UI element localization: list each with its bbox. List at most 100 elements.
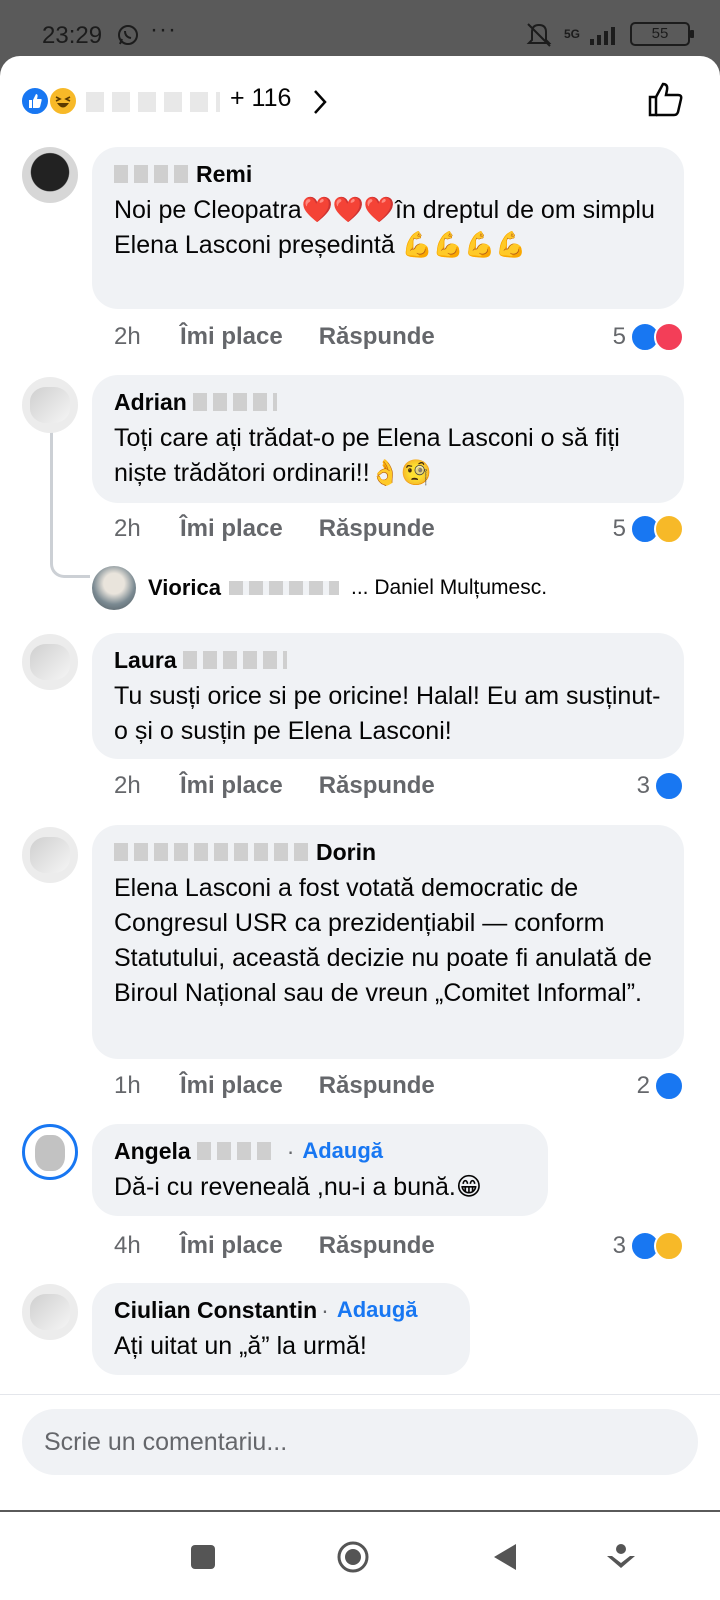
back-icon[interactable] <box>488 1540 522 1574</box>
reaction-count: 5 <box>612 323 626 350</box>
like-button[interactable]: Îmi place <box>180 1232 283 1260</box>
comment-author[interactable]: Angela · Adaugă <box>114 1136 526 1166</box>
reply-button[interactable]: Răspunde <box>319 515 435 543</box>
author-name: Ciulian Constantin <box>114 1297 318 1323</box>
like-button[interactable]: Îmi place <box>180 323 283 351</box>
comment-text: Elena Lasconi a fost votată democratic d… <box>114 874 652 1007</box>
comment-actions: 1h Îmi place Răspunde <box>114 1069 435 1103</box>
reaction-count: + 116 <box>230 84 292 112</box>
status-right-cluster: 5G 55 <box>524 20 694 48</box>
separator: · <box>321 1297 329 1323</box>
author-name: Dorin <box>316 839 377 865</box>
add-friend-link[interactable]: Adaugă <box>302 1136 383 1166</box>
comment-actions: 2h Îmi place Răspunde <box>114 769 435 803</box>
author-name: Adrian <box>114 389 187 415</box>
reaction-count: 3 <box>636 772 650 799</box>
assistant-icon[interactable] <box>604 1540 638 1574</box>
haha-reaction-icon <box>48 86 78 116</box>
comment-bubble[interactable]: Angela · Adaugă Dă-i cu reveneală ,nu-i … <box>92 1124 548 1216</box>
haha-reaction-icon <box>654 1231 684 1261</box>
avatar[interactable] <box>22 1284 78 1340</box>
status-more-dots: ··· <box>150 16 177 43</box>
network-label: 5G <box>563 27 580 41</box>
thread-elbow <box>50 544 90 578</box>
comment-bubble[interactable]: Dorin Elena Lasconi a fost votată democr… <box>92 825 684 1059</box>
reply-button[interactable]: Răspunde <box>319 1232 435 1260</box>
comments-sheet: + 116 Remi Noi pe Cleopatra❤️❤️❤️în drep… <box>0 56 720 1510</box>
comment-actions: 2h Îmi place Răspunde <box>114 320 435 354</box>
love-reaction-icon <box>654 322 684 352</box>
avatar[interactable] <box>22 827 78 883</box>
redacted-name <box>192 393 277 411</box>
status-bar: 23:29 ··· 5G 55 <box>0 0 720 60</box>
chevron-right-icon[interactable] <box>310 88 330 116</box>
reaction-count: 5 <box>612 515 626 542</box>
signal-icon <box>590 27 615 45</box>
add-friend-link[interactable]: Adaugă <box>337 1295 418 1325</box>
avatar[interactable] <box>22 634 78 690</box>
redacted-name <box>114 843 310 861</box>
thumbs-up-icon[interactable] <box>646 80 686 120</box>
comment-author[interactable]: Ciulian Constantin · Adaugă <box>114 1295 448 1325</box>
comment-bubble[interactable]: Adrian Toți care ați trădat-o pe Elena L… <box>92 375 684 503</box>
comment-time: 2h <box>114 772 141 799</box>
like-button[interactable]: Îmi place <box>180 515 283 543</box>
comment-author[interactable]: Adrian <box>114 387 662 417</box>
comment-time: 4h <box>114 1232 141 1259</box>
comment-text: Toți care ați trădat-o pe Elena Lasconi … <box>114 424 620 487</box>
reaction-count: 3 <box>612 1232 626 1259</box>
separator: · <box>286 1138 295 1164</box>
comment-actions: 2h Îmi place Răspunde <box>114 512 435 546</box>
comment-text: Noi pe Cleopatra❤️❤️❤️în dreptul de om s… <box>114 196 655 259</box>
comment-actions: 4h Îmi place Răspunde <box>114 1229 435 1263</box>
avatar[interactable] <box>22 1124 78 1180</box>
reactions-header[interactable]: + 116 <box>0 56 720 144</box>
sad-reaction-icon <box>654 514 684 544</box>
comment-author[interactable]: Dorin <box>114 837 662 867</box>
comment-time: 2h <box>114 515 141 542</box>
reply-button[interactable]: Răspunde <box>319 1072 435 1100</box>
reply-author: Viorica <box>148 575 221 600</box>
reply-button[interactable]: Răspunde <box>319 772 435 800</box>
author-name: Angela <box>114 1138 191 1164</box>
author-name: Laura <box>114 647 177 673</box>
like-reaction-icon <box>654 771 684 801</box>
redacted-name <box>196 1142 277 1160</box>
comment-composer <box>0 1394 720 1510</box>
comment-bubble[interactable]: Remi Noi pe Cleopatra❤️❤️❤️în dreptul de… <box>92 147 684 309</box>
reaction-count: 2 <box>636 1072 650 1099</box>
reply-button[interactable]: Răspunde <box>319 323 435 351</box>
like-button[interactable]: Îmi place <box>180 772 283 800</box>
redacted-name <box>114 165 190 183</box>
like-reaction-icon <box>20 86 50 116</box>
comment-reactions[interactable]: 5 <box>613 512 684 546</box>
comment-text: Dă-i cu reveneală ,nu-i a bună.😁 <box>114 1173 482 1201</box>
recents-icon[interactable] <box>186 1540 220 1574</box>
battery-icon: 55 <box>630 22 694 46</box>
navigation-bar <box>0 1512 720 1600</box>
comment-reactions[interactable]: 3 <box>637 769 684 803</box>
comment-bubble[interactable]: Ciulian Constantin · Adaugă Ați uitat un… <box>92 1283 470 1375</box>
redacted-name <box>228 581 339 595</box>
thread-line <box>50 432 53 562</box>
avatar[interactable] <box>22 377 78 433</box>
reply-preview[interactable]: Viorica ... Daniel Mulțumesc. <box>92 566 547 610</box>
comment-author[interactable]: Laura <box>114 645 662 675</box>
reply-text: ... Daniel Mulțumesc. <box>350 576 548 599</box>
home-icon[interactable] <box>336 1540 370 1574</box>
comment-reactions[interactable]: 5 <box>613 320 684 354</box>
reactors-names-redacted <box>86 92 220 112</box>
comment-text: Tu susți orice si pe oricine! Halal! Eu … <box>114 682 661 745</box>
redacted-name <box>182 651 287 669</box>
comment-bubble[interactable]: Laura Tu susți orice si pe oricine! Hala… <box>92 633 684 759</box>
like-button[interactable]: Îmi place <box>180 1072 283 1100</box>
author-name: Remi <box>196 161 253 187</box>
comment-reactions[interactable]: 2 <box>637 1069 684 1103</box>
comment-input[interactable] <box>22 1409 698 1475</box>
comment-author[interactable]: Remi <box>114 159 662 189</box>
avatar[interactable] <box>22 147 78 203</box>
comment-reactions[interactable]: 3 <box>613 1229 684 1263</box>
whatsapp-icon <box>118 25 138 45</box>
like-reaction-icon <box>654 1071 684 1101</box>
status-time: 23:29 <box>42 22 103 49</box>
